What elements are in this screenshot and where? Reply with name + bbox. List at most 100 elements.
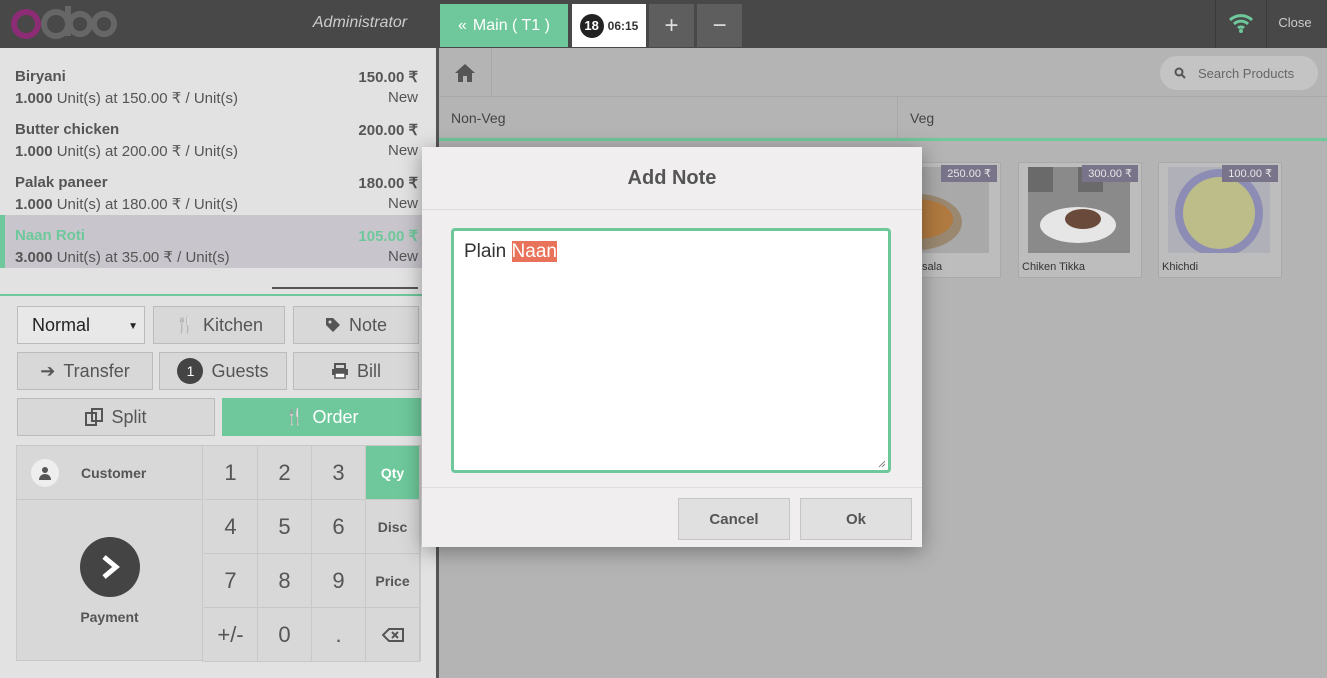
key-6[interactable]: 6 (312, 500, 366, 554)
key-dot[interactable]: . (312, 608, 366, 662)
cancel-button[interactable]: Cancel (678, 498, 790, 540)
note-selected-text: Naan (511, 241, 557, 262)
key-9[interactable]: 9 (312, 554, 366, 608)
close-button[interactable]: Close (1270, 15, 1320, 30)
order-line[interactable]: Palak paneer 180.00 ₹ 1.000 Unit(s) at 18… (0, 162, 430, 215)
kitchen-button[interactable]: 🍴 Kitchen (153, 306, 285, 344)
top-bar: Administrator « Main ( T1 ) 18 06:15 + −… (0, 0, 1327, 48)
note-button[interactable]: Note (293, 306, 419, 344)
plus-icon: + (664, 11, 679, 39)
home-button[interactable] (439, 48, 492, 97)
key-3[interactable]: 3 (312, 446, 366, 500)
user-name: Administrator (312, 14, 408, 31)
order-label: Order (312, 406, 359, 427)
double-chevron-left-icon: « (458, 16, 467, 34)
chevron-right-icon (79, 537, 140, 597)
key-5[interactable]: 5 (258, 500, 312, 554)
note-text: Plain (464, 241, 512, 262)
key-2[interactable]: 2 (258, 446, 312, 500)
remove-order-button[interactable]: − (697, 4, 742, 47)
cutlery-icon: 🍴 (284, 409, 305, 426)
divider (1266, 0, 1267, 48)
payment-label: Payment (80, 609, 139, 625)
divider (0, 294, 436, 296)
category-non-veg[interactable]: Non-Veg (439, 97, 898, 139)
customer-label: Customer (81, 464, 147, 481)
split-button[interactable]: Split (17, 398, 215, 436)
caret-down-icon: ▼ (128, 321, 138, 332)
line-detail: Unit(s) at 35.00 ₹ / Unit(s) (56, 249, 230, 266)
key-1[interactable]: 1 (204, 446, 258, 500)
priority-select[interactable]: Normal ▼ (17, 306, 145, 344)
guests-button[interactable]: 1 Guests (159, 352, 287, 390)
product-price: 300.00 ₹ (1082, 165, 1138, 182)
line-qty: 1.000 (15, 90, 53, 107)
order-line-selected[interactable]: Naan Roti 105.00 ₹ 3.000 Unit(s) at 35.00… (0, 215, 430, 268)
order-line[interactable]: Biryani 150.00 ₹ 1.000 Unit(s) at 150.00 … (0, 56, 430, 109)
price-mode-button[interactable]: Price (366, 554, 420, 608)
line-status: New (387, 89, 418, 106)
ok-button[interactable]: Ok (800, 498, 912, 540)
minus-icon: − (712, 11, 727, 39)
backspace-button[interactable] (366, 608, 420, 662)
order-line[interactable]: Butter chicken 200.00 ₹ 1.000 Unit(s) at … (0, 109, 430, 162)
split-icon (85, 408, 104, 426)
order-button[interactable]: 🍴 Order (222, 398, 421, 436)
line-qty: 1.000 (15, 196, 53, 213)
add-note-dialog: Add Note Plain Naan Cancel Ok (422, 147, 922, 547)
main-floor-button[interactable]: « Main ( T1 ) (440, 4, 568, 47)
main-floor-label: Main ( T1 ) (472, 16, 550, 34)
line-status: New (387, 195, 418, 212)
printer-icon (331, 363, 348, 379)
backspace-icon (381, 627, 404, 642)
note-textarea[interactable]: Plain Naan (451, 228, 891, 473)
key-8[interactable]: 8 (258, 554, 312, 608)
search-placeholder: Search Products (1198, 65, 1295, 81)
priority-value: Normal (32, 315, 91, 335)
resize-grip-icon[interactable] (878, 460, 886, 468)
key-7[interactable]: 7 (204, 554, 258, 608)
customer-button[interactable]: Customer (17, 446, 203, 500)
order-tab[interactable]: 18 06:15 (572, 4, 646, 47)
guests-label: Guests (211, 360, 269, 381)
line-total: 105.00 ₹ (358, 228, 418, 245)
line-name: Biryani (15, 68, 66, 85)
key-0[interactable]: 0 (258, 608, 312, 662)
bill-button[interactable]: Bill (293, 352, 419, 390)
category-veg[interactable]: Veg (898, 97, 1327, 139)
line-total: 200.00 ₹ (358, 122, 418, 139)
line-status: New (387, 248, 418, 265)
kitchen-label: Kitchen (202, 314, 263, 335)
category-bar: Non-Veg Veg (439, 97, 1327, 141)
key-4[interactable]: 4 (204, 500, 258, 554)
line-detail: Unit(s) at 180.00 ₹ / Unit(s) (56, 196, 238, 213)
add-order-button[interactable]: + (649, 4, 694, 47)
product-name: Chiken Tikka (1022, 261, 1085, 273)
payment-button[interactable]: Payment (17, 500, 203, 662)
line-name: Butter chicken (15, 121, 120, 138)
key-plus-minus[interactable]: +/- (204, 608, 258, 662)
transfer-button[interactable]: ➔ Transfer (17, 352, 153, 390)
product-card[interactable]: 300.00 ₹ Chiken Tikka (1018, 162, 1142, 278)
dialog-title: Add Note (422, 147, 922, 210)
line-name: Naan Roti (15, 227, 86, 244)
qty-mode-button[interactable]: Qty (366, 446, 420, 500)
transfer-label: Transfer (63, 360, 130, 381)
order-time: 06:15 (607, 18, 639, 33)
guests-count: 1 (177, 358, 204, 384)
tag-icon (325, 318, 340, 332)
line-qty: 3.000 (15, 249, 53, 266)
line-status: New (387, 142, 418, 159)
search-input[interactable]: Search Products (1160, 56, 1318, 90)
order-scrollbar[interactable] (272, 287, 418, 289)
split-label: Split (111, 406, 147, 427)
numpad: Customer Payment 1 2 3 Qty 4 5 6 Disc 7 … (16, 445, 421, 662)
line-name: Palak paneer (15, 174, 108, 191)
disc-mode-button[interactable]: Disc (366, 500, 420, 554)
line-total: 180.00 ₹ (358, 175, 418, 192)
user-icon (31, 458, 59, 487)
dialog-footer: Cancel Ok (422, 487, 922, 547)
divider (1215, 0, 1216, 48)
product-card[interactable]: 100.00 ₹ Khichdi (1158, 162, 1282, 278)
product-price: 250.00 ₹ (941, 165, 997, 182)
